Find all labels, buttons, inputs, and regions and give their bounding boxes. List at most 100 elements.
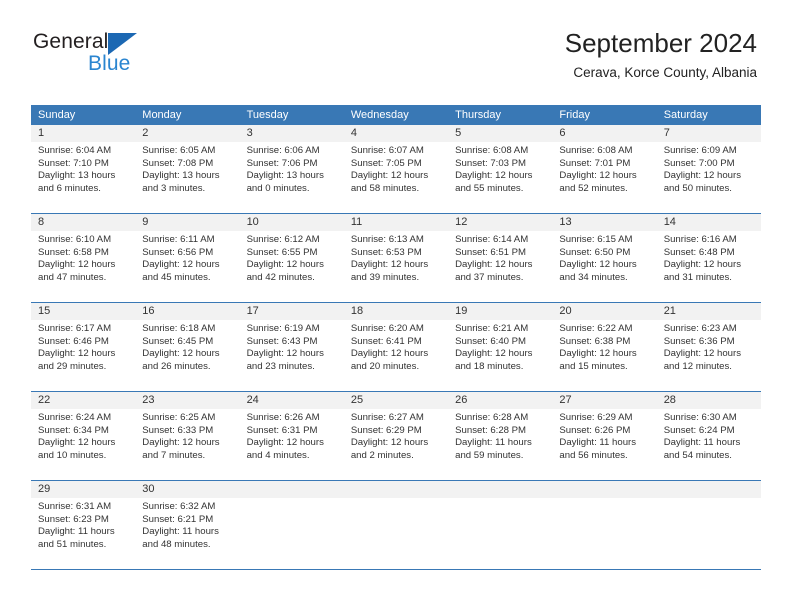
week-date-number-band: 15 16 17 18 19 20 21 [31, 303, 761, 320]
day-cell[interactable]: Sunrise: 6:11 AM Sunset: 6:56 PM Dayligh… [135, 231, 239, 302]
day-cell[interactable]: Sunrise: 6:19 AM Sunset: 6:43 PM Dayligh… [240, 320, 344, 391]
day-number[interactable]: 14 [657, 214, 761, 231]
day-number[interactable]: 18 [344, 303, 448, 320]
day-cell[interactable]: Sunrise: 6:27 AM Sunset: 6:29 PM Dayligh… [344, 409, 448, 480]
day-cell[interactable]: Sunrise: 6:28 AM Sunset: 6:28 PM Dayligh… [448, 409, 552, 480]
day-number[interactable]: 7 [657, 125, 761, 142]
sunset-text: Sunset: 6:48 PM [663, 246, 735, 258]
day-number[interactable]: 4 [344, 125, 448, 142]
week-date-number-band: 1 2 3 4 5 6 7 [31, 125, 761, 142]
daylight-text-line2: and 58 minutes. [350, 182, 420, 194]
sunrise-text: Sunrise: 6:25 AM [142, 412, 216, 423]
day-number[interactable]: 22 [31, 392, 135, 409]
day-cell[interactable]: Sunrise: 6:30 AM Sunset: 6:24 PM Dayligh… [657, 409, 761, 480]
daylight-text-line1: Daylight: 12 hours [663, 348, 742, 360]
day-number[interactable]: 21 [657, 303, 761, 320]
calendar-week-row: 15 16 17 18 19 20 21 Sunrise: 6:17 AM Su… [31, 303, 761, 392]
day-cell[interactable]: Sunrise: 6:21 AM Sunset: 6:40 PM Dayligh… [448, 320, 552, 391]
day-cell[interactable]: Sunrise: 6:15 AM Sunset: 6:50 PM Dayligh… [552, 231, 656, 302]
day-cell[interactable]: Sunrise: 6:22 AM Sunset: 6:38 PM Dayligh… [552, 320, 656, 391]
day-cell[interactable]: Sunrise: 6:24 AM Sunset: 6:34 PM Dayligh… [31, 409, 135, 480]
day-cell[interactable]: Sunrise: 6:05 AM Sunset: 7:08 PM Dayligh… [135, 142, 239, 213]
sunrise-text: Sunrise: 6:11 AM [142, 234, 215, 245]
day-cell[interactable]: Sunrise: 6:12 AM Sunset: 6:55 PM Dayligh… [240, 231, 344, 302]
day-number[interactable]: 23 [135, 392, 239, 409]
day-cell[interactable]: Sunrise: 6:04 AM Sunset: 7:10 PM Dayligh… [31, 142, 135, 213]
sunset-text: Sunset: 7:01 PM [559, 157, 631, 169]
day-cell[interactable]: Sunrise: 6:06 AM Sunset: 7:06 PM Dayligh… [240, 142, 344, 213]
day-cell[interactable]: Sunrise: 6:16 AM Sunset: 6:48 PM Dayligh… [657, 231, 761, 302]
day-cell[interactable]: Sunrise: 6:20 AM Sunset: 6:41 PM Dayligh… [344, 320, 448, 391]
day-number[interactable]: 15 [31, 303, 135, 320]
day-number[interactable]: 3 [240, 125, 344, 142]
day-number[interactable]: 2 [135, 125, 239, 142]
day-cell[interactable]: Sunrise: 6:23 AM Sunset: 6:36 PM Dayligh… [657, 320, 761, 391]
general-blue-logo[interactable]: General Blue [33, 30, 263, 82]
day-number[interactable]: 9 [135, 214, 239, 231]
day-number[interactable]: 26 [448, 392, 552, 409]
day-number[interactable]: 11 [344, 214, 448, 231]
day-number-empty [657, 481, 761, 498]
day-cell[interactable]: Sunrise: 6:08 AM Sunset: 7:01 PM Dayligh… [552, 142, 656, 213]
day-number-empty [552, 481, 656, 498]
week-detail-band: Sunrise: 6:31 AM Sunset: 6:23 PM Dayligh… [31, 498, 761, 569]
day-number[interactable]: 8 [31, 214, 135, 231]
daylight-text-line1: Daylight: 12 hours [38, 259, 116, 271]
day-number[interactable]: 13 [552, 214, 656, 231]
sunset-text: Sunset: 6:31 PM [246, 424, 318, 436]
day-cell[interactable]: Sunrise: 6:10 AM Sunset: 6:58 PM Dayligh… [31, 231, 135, 302]
day-number[interactable]: 17 [240, 303, 344, 320]
daylight-text-line2: and 45 minutes. [142, 271, 211, 283]
day-number[interactable]: 29 [31, 481, 135, 498]
title-block: September 2024 Cerava, Korce County, Alb… [565, 28, 757, 81]
day-cell[interactable]: Sunrise: 6:31 AM Sunset: 6:23 PM Dayligh… [31, 498, 135, 569]
day-number[interactable]: 19 [448, 303, 552, 320]
day-number[interactable]: 12 [448, 214, 552, 231]
day-cell[interactable]: Sunrise: 6:17 AM Sunset: 6:46 PM Dayligh… [31, 320, 135, 391]
daylight-text-line1: Daylight: 12 hours [142, 259, 220, 271]
day-cell[interactable]: Sunrise: 6:26 AM Sunset: 6:31 PM Dayligh… [240, 409, 344, 480]
day-cell[interactable]: Sunrise: 6:07 AM Sunset: 7:05 PM Dayligh… [344, 142, 448, 213]
sunset-text: Sunset: 6:43 PM [246, 335, 318, 347]
daylight-text-line1: Daylight: 11 hours [663, 437, 741, 449]
day-cell[interactable]: Sunrise: 6:32 AM Sunset: 6:21 PM Dayligh… [135, 498, 239, 569]
day-cell[interactable]: Sunrise: 6:13 AM Sunset: 6:53 PM Dayligh… [344, 231, 448, 302]
day-cell[interactable]: Sunrise: 6:14 AM Sunset: 6:51 PM Dayligh… [448, 231, 552, 302]
daylight-text-line2: and 47 minutes. [38, 271, 107, 283]
day-number[interactable]: 25 [344, 392, 448, 409]
week-detail-band: Sunrise: 6:24 AM Sunset: 6:34 PM Dayligh… [31, 409, 761, 480]
day-number[interactable]: 16 [135, 303, 239, 320]
day-number[interactable]: 6 [552, 125, 656, 142]
day-number[interactable]: 20 [552, 303, 656, 320]
sunset-text: Sunset: 6:45 PM [142, 335, 214, 347]
daylight-text-line1: Daylight: 12 hours [559, 259, 637, 271]
day-cell[interactable]: Sunrise: 6:29 AM Sunset: 6:26 PM Dayligh… [552, 409, 656, 480]
calendar-week-row: 29 30 Sunrise: 6:31 AM Sunset: 6:23 PM D… [31, 481, 761, 570]
day-number-empty [240, 481, 344, 498]
week-detail-band: Sunrise: 6:04 AM Sunset: 7:10 PM Dayligh… [31, 142, 761, 213]
day-number-empty [344, 481, 448, 498]
daylight-text-line1: Daylight: 12 hours [142, 437, 220, 449]
day-cell-empty [448, 498, 553, 569]
day-number[interactable]: 5 [448, 125, 552, 142]
day-number[interactable]: 10 [240, 214, 344, 231]
sunset-text: Sunset: 7:03 PM [455, 157, 527, 169]
daylight-text-line2: and 2 minutes. [350, 449, 414, 461]
day-cell[interactable]: Sunrise: 6:25 AM Sunset: 6:33 PM Dayligh… [135, 409, 239, 480]
daylight-text-line2: and 55 minutes. [455, 182, 524, 194]
page-header: General Blue September 2024 Cerava, Korc… [0, 0, 792, 96]
sunset-text: Sunset: 6:46 PM [38, 335, 109, 347]
daylight-text-line2: and 7 minutes. [142, 449, 206, 461]
day-of-week-tuesday: Tuesday [246, 109, 289, 121]
day-cell[interactable]: Sunrise: 6:09 AM Sunset: 7:00 PM Dayligh… [657, 142, 761, 213]
day-cell[interactable]: Sunrise: 6:08 AM Sunset: 7:03 PM Dayligh… [448, 142, 552, 213]
sunrise-text: Sunrise: 6:24 AM [38, 412, 112, 423]
sunset-text: Sunset: 6:23 PM [38, 513, 109, 525]
day-number[interactable]: 27 [552, 392, 656, 409]
day-number[interactable]: 24 [240, 392, 344, 409]
day-number[interactable]: 30 [135, 481, 239, 498]
day-cell[interactable]: Sunrise: 6:18 AM Sunset: 6:45 PM Dayligh… [135, 320, 239, 391]
day-number[interactable]: 1 [31, 125, 135, 142]
daylight-text-line1: Daylight: 12 hours [663, 259, 742, 271]
day-number[interactable]: 28 [657, 392, 761, 409]
